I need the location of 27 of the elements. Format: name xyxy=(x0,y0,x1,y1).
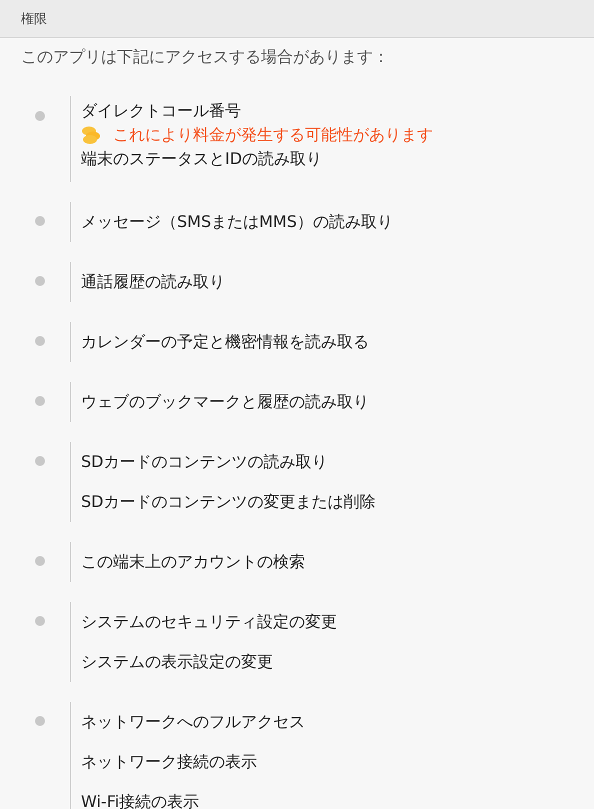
permission-text: システムの表示設定の変更 xyxy=(81,652,273,672)
permission-text: ネットワークへのフルアクセス xyxy=(81,712,305,732)
bullet-dot xyxy=(35,456,45,466)
permission-text: ウェブのブックマークと履歴の読み取り xyxy=(81,392,369,412)
bullet-dot xyxy=(35,111,45,121)
header-title: 権限 xyxy=(21,10,47,28)
permission-text: SDカードのコンテンツの読み取り xyxy=(81,452,328,472)
permission-text: メッセージ（SMSまたはMMS）の読み取り xyxy=(81,212,393,232)
permission-text: この端末上のアカウントの検索 xyxy=(81,552,305,572)
bullet-dot xyxy=(35,336,45,346)
bullet-dot xyxy=(35,616,45,626)
permission-text: 端末のステータスとIDの読み取り xyxy=(81,148,322,170)
bullet-dot xyxy=(35,716,45,726)
permission-text: SDカードのコンテンツの変更または削除 xyxy=(81,492,376,512)
coins-icon xyxy=(81,126,101,144)
permission-text: ダイレクトコール番号 xyxy=(81,100,241,122)
permission-text: 通話履歴の読み取り xyxy=(81,272,225,292)
bullet-dot xyxy=(35,396,45,406)
bullet-dot xyxy=(35,216,45,226)
permission-text: Wi-Fi接続の表示 xyxy=(81,792,200,809)
bullet-dot xyxy=(35,276,45,286)
permission-text: カレンダーの予定と機密情報を読み取る xyxy=(81,332,369,352)
permission-text: ネットワーク接続の表示 xyxy=(81,752,257,772)
bullet-dot xyxy=(35,556,45,566)
warning-text: これにより料金が発生する可能性があります xyxy=(113,124,433,146)
intro-text: このアプリは下記にアクセスする場合があります： xyxy=(20,46,390,68)
permission-text: システムのセキュリティ設定の変更 xyxy=(81,612,337,632)
